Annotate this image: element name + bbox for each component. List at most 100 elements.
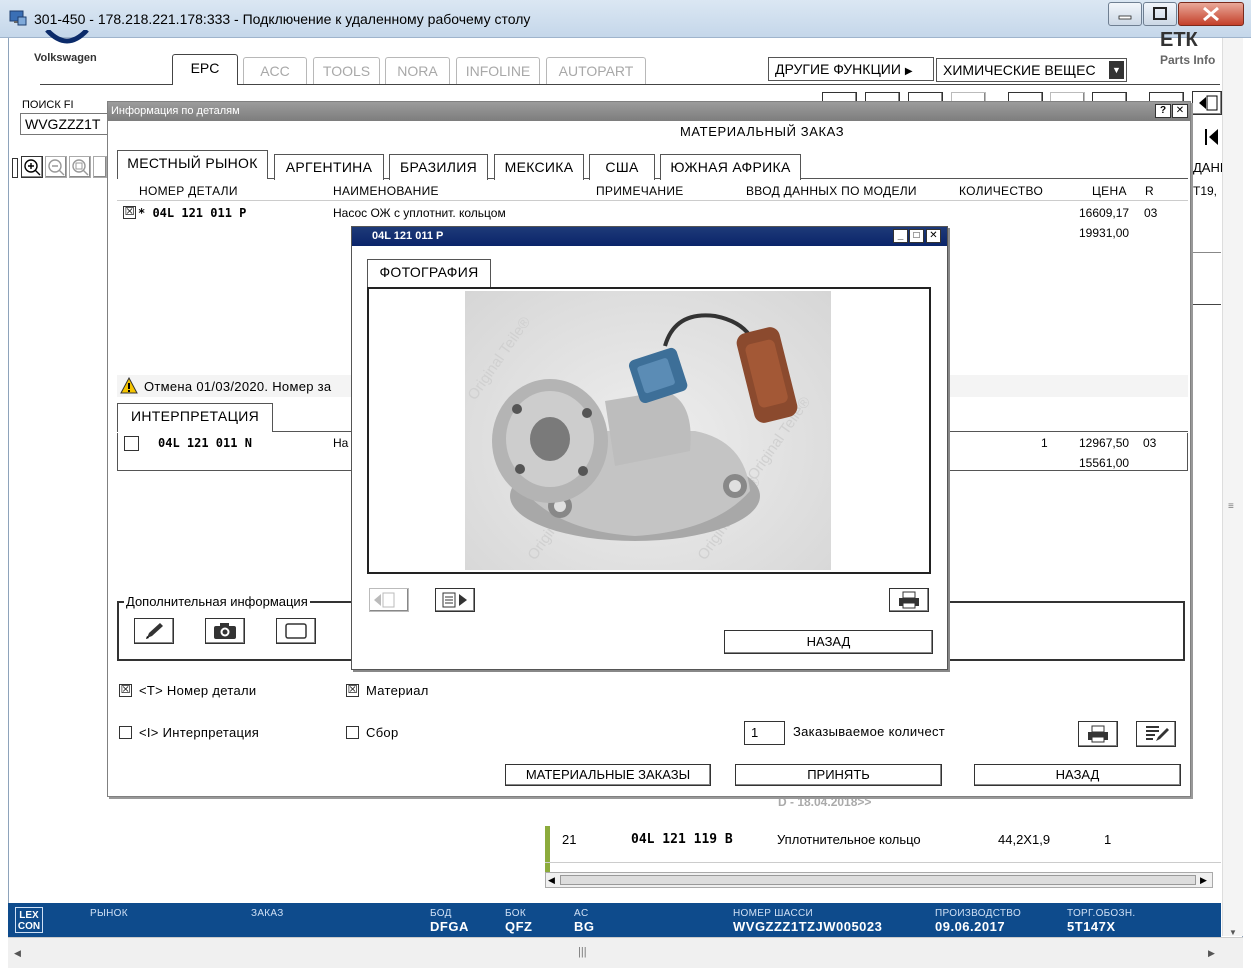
close-icon[interactable]: ✕ — [1172, 104, 1188, 118]
camera-button[interactable] — [205, 618, 245, 644]
row-name: На — [333, 436, 349, 450]
side-page-icon[interactable] — [1192, 91, 1222, 115]
tab-usa[interactable]: США — [589, 154, 655, 180]
toolbar-handle — [12, 158, 18, 178]
photo-popup: 04L 121 011 P _ □ ✕ ФОТОГРАФИЯ Original … — [351, 226, 948, 670]
print-photo-button[interactable] — [889, 588, 929, 612]
bod-value: DFGA — [430, 919, 469, 934]
interpretation-checkbox[interactable] — [119, 726, 132, 739]
trade-value: 5T147X — [1067, 919, 1116, 934]
scroll-thumb[interactable] — [560, 875, 1196, 885]
scroll-down-icon[interactable]: ▼ — [1229, 928, 1237, 937]
row-name: Уплотнительное кольцо — [777, 832, 921, 847]
material-orders-button[interactable]: МАТЕРИАЛЬНЫЕ ЗАКАЗЫ — [505, 764, 711, 786]
popup-back-button[interactable]: НАЗАД — [724, 630, 933, 654]
material-checkbox[interactable]: ☒ — [346, 684, 359, 697]
maximize-button[interactable] — [1143, 2, 1177, 26]
scroll-right-icon[interactable]: ▶ — [1200, 875, 1207, 886]
zoom-fit-icon[interactable] — [69, 156, 91, 178]
tab-mexico[interactable]: МЕКСИКА — [494, 154, 584, 180]
search-input[interactable]: WVGZZZ1T — [20, 113, 108, 135]
row-checkbox[interactable] — [124, 436, 139, 451]
side-divider — [1191, 252, 1221, 253]
tab-brazil[interactable]: БРАЗИЛИЯ — [389, 154, 488, 180]
horizontal-scrollbar[interactable]: ◀ ▶ — [545, 872, 1213, 888]
chassis-value: WVGZZZ1TZJW005023 — [733, 919, 883, 934]
edit-note-button[interactable] — [134, 618, 174, 644]
scroll-left-icon[interactable]: ◀ — [548, 875, 555, 886]
order-quantity-input[interactable]: 1 — [744, 721, 785, 745]
row-price: 12967,50 — [1079, 436, 1130, 450]
chassis-label: НОМЕР ШАССИ — [733, 908, 813, 919]
part-number-checkbox[interactable]: ☒ — [119, 684, 132, 697]
function-select-value: ХИМИЧЕСКИЕ ВЕЩЕС — [943, 62, 1096, 78]
popup-close-icon[interactable]: ✕ — [926, 229, 941, 243]
row-r-value: 03 — [1144, 206, 1158, 220]
minimize-button[interactable] — [1108, 2, 1142, 26]
close-button[interactable] — [1178, 2, 1244, 26]
zoom-out-icon[interactable] — [45, 156, 67, 178]
tab-local-market[interactable]: МЕСТНЫЙ РЫНОК — [117, 150, 268, 179]
tab-autopart[interactable]: AUTOPART — [546, 57, 646, 84]
chevron-down-icon[interactable]: ▼ — [1109, 61, 1124, 79]
scroll-right-icon[interactable]: ▶ — [1208, 948, 1215, 959]
ac-value: BG — [574, 919, 595, 934]
row-position: 21 — [562, 832, 577, 847]
production-value: 09.06.2017 — [935, 919, 1006, 934]
svg-text:Parts Info: Parts Info — [1160, 53, 1215, 67]
row-part-number: 04L 121 119 B — [631, 832, 733, 847]
bod-label: БОД — [430, 908, 452, 919]
table-row[interactable]: 21 04L 121 119 B Уплотнительное кольцо 4… — [545, 826, 1221, 862]
popup-minimize-icon[interactable]: _ — [893, 229, 908, 243]
lexcon-logo: LEX CON — [15, 907, 43, 933]
tab-south-africa[interactable]: ЮЖНАЯ АФРИКА — [660, 154, 801, 180]
tab-epc[interactable]: EPC — [172, 54, 238, 85]
col-r: R — [1145, 184, 1154, 198]
popup-title: 04L 121 011 P — [372, 230, 444, 242]
tab-infoline[interactable]: INFOLINE — [456, 57, 540, 84]
accept-button[interactable]: ПРИНЯТЬ — [735, 764, 942, 786]
bok-label: БОК — [505, 908, 526, 919]
prev-photo-button[interactable] — [369, 588, 409, 612]
scroll-grip-icon[interactable]: ≡ — [1228, 502, 1238, 512]
row-checkbox[interactable]: ☒ — [123, 206, 136, 219]
side-prev-icon[interactable] — [1200, 126, 1220, 148]
bottom-scrollbar[interactable]: ◀ ||| ▶ — [8, 937, 1243, 968]
vertical-scrollbar[interactable]: ≡ ▼ — [1222, 38, 1243, 937]
tab-argentina[interactable]: АРГЕНТИНА — [274, 154, 384, 180]
search-label: ПОИСК FI — [22, 99, 74, 111]
zoom-area-icon[interactable] — [93, 156, 107, 178]
back-button[interactable]: НАЗАД — [974, 764, 1181, 786]
part-number-checkbox-label: <T> Номер детали — [139, 683, 257, 698]
warning-icon — [120, 377, 138, 395]
next-photo-button[interactable] — [435, 588, 475, 612]
assembly-checkbox[interactable] — [346, 726, 359, 739]
tab-tools[interactable]: TOOLS — [313, 57, 380, 84]
etk-logo: ЕТК Parts Info — [1160, 32, 1222, 68]
function-select[interactable]: ХИМИЧЕСКИЕ ВЕЩЕС ▼ — [936, 58, 1127, 82]
scroll-grip-icon[interactable]: ||| — [578, 946, 587, 958]
window-title: 301-450 - 178.218.221.178:333 - Подключе… — [34, 11, 531, 27]
scroll-left-icon[interactable]: ◀ — [14, 948, 21, 959]
order-quantity-label: Заказываемое количест — [793, 724, 946, 739]
photo-frame: Original Teile® Original Teile® Original… — [367, 287, 931, 574]
svg-text:ЕТК: ЕТК — [1160, 32, 1199, 51]
tab-nora[interactable]: NORA — [385, 57, 450, 84]
frame-button[interactable] — [276, 618, 316, 644]
other-functions-button[interactable]: ДРУГИЕ ФУНКЦИИ ▶ — [768, 57, 934, 81]
row-quantity: 1 — [1041, 436, 1048, 450]
row-r-value: 03 — [1143, 436, 1157, 450]
zoom-in-icon[interactable] — [21, 156, 43, 178]
print-button[interactable] — [1078, 721, 1118, 747]
ac-label: AC — [574, 908, 589, 919]
tab-acc[interactable]: ACC — [243, 57, 307, 84]
col-quantity: КОЛИЧЕСТВО — [959, 184, 1044, 198]
tab-photo[interactable]: ФОТОГРАФИЯ — [367, 259, 491, 288]
market-label: РЫНОК — [90, 908, 128, 919]
brand-label: Volkswagen — [34, 52, 97, 64]
edit-list-button[interactable] — [1136, 721, 1176, 747]
tab-interpretation[interactable]: ИНТЕРПРЕТАЦИЯ — [117, 403, 273, 432]
trade-label: ТОРГ.ОБОЗН. — [1067, 908, 1136, 919]
popup-maximize-icon[interactable]: □ — [909, 229, 924, 243]
help-button[interactable]: ? — [1155, 104, 1171, 118]
